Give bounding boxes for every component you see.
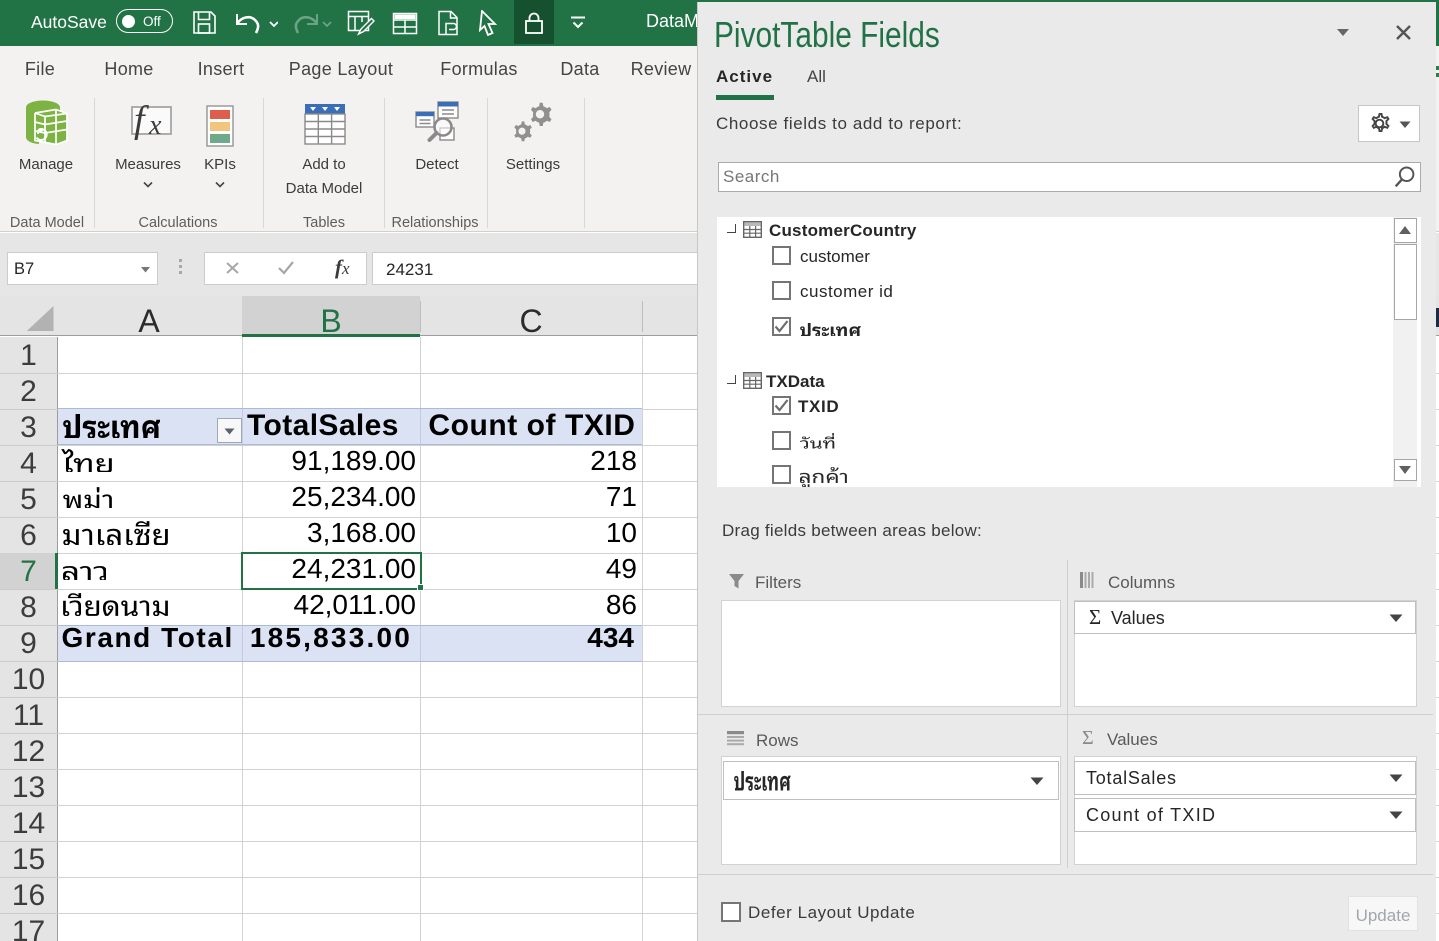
svg-text:x: x <box>148 110 162 141</box>
